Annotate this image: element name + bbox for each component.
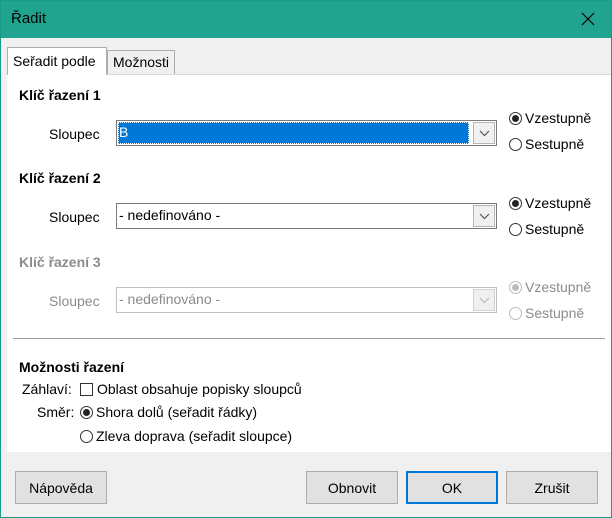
chevron-down-icon <box>479 213 489 219</box>
sort-key-2-ascending-radio[interactable]: Vzestupně <box>509 195 591 211</box>
sort-key-3-column-value: - nedefinováno - <box>119 291 221 307</box>
sort-key-1-descending-label: Sestupně <box>525 136 585 152</box>
sort-key-2-dropdown-button[interactable] <box>473 205 495 227</box>
direction-label: Směr: <box>37 404 75 420</box>
sort-key-3-title: Klíč řazení 3 <box>19 254 101 270</box>
sort-key-2-ascending-label: Vzestupně <box>525 195 592 211</box>
close-icon <box>581 12 595 26</box>
header-label: Záhlaví: <box>22 381 72 397</box>
sort-criteria-panel: Klíč řazení 1 Sloupec B Vzestupně Sestup… <box>7 74 611 452</box>
sort-key-2-column-value: - nedefinováno - <box>119 207 221 223</box>
sort-key-2-title: Klíč řazení 2 <box>19 170 101 186</box>
sort-key-3-ascending-label: Vzestupně <box>525 279 592 295</box>
sort-key-3-column-select[interactable]: - nedefinováno - <box>116 287 497 313</box>
header-checkbox[interactable]: Oblast obsahuje popisky sloupců <box>80 381 302 397</box>
sort-options-title: Možnosti řazení <box>19 359 125 375</box>
sort-key-2-column-label: Sloupec <box>49 209 100 225</box>
sort-key-1-descending-radio[interactable]: Sestupně <box>509 136 584 152</box>
sort-key-1-column-select[interactable]: B <box>116 120 497 146</box>
ok-button[interactable]: OK <box>406 471 498 504</box>
reset-button[interactable]: Obnovit <box>306 471 398 504</box>
sort-key-3-descending-radio[interactable]: Sestupně <box>509 305 584 321</box>
chevron-down-icon <box>479 297 489 303</box>
help-button[interactable]: Nápověda <box>15 471 107 504</box>
sort-key-3-column-label: Sloupec <box>49 293 100 309</box>
options-separator <box>13 338 605 339</box>
sort-key-1-ascending-label: Vzestupně <box>525 110 592 126</box>
close-button[interactable] <box>573 4 603 34</box>
direction-top-bottom-label: Shora dolů (seřadit řádky) <box>96 404 258 420</box>
direction-left-right-label: Zleva doprava (seřadit sloupce) <box>96 428 293 444</box>
sort-key-1-ascending-radio[interactable]: Vzestupně <box>509 110 591 126</box>
sort-key-2-descending-radio[interactable]: Sestupně <box>509 221 584 237</box>
sort-key-3-dropdown-button[interactable] <box>473 289 495 311</box>
sort-key-2-descending-label: Sestupně <box>525 221 585 237</box>
chevron-down-icon <box>479 130 489 136</box>
direction-left-right-radio[interactable]: Zleva doprava (seřadit sloupce) <box>80 428 292 444</box>
sort-key-3-descending-label: Sestupně <box>525 305 585 321</box>
tab-sort-criteria[interactable]: Seřadit podle <box>7 47 107 75</box>
sort-key-1-column-label: Sloupec <box>49 126 100 142</box>
sort-key-2-column-select[interactable]: - nedefinováno - <box>116 203 497 229</box>
sort-key-1-title: Klíč řazení 1 <box>19 87 101 103</box>
sort-key-1-dropdown-button[interactable] <box>473 122 495 144</box>
direction-top-bottom-radio[interactable]: Shora dolů (seřadit řádky) <box>80 404 257 420</box>
sort-dialog: Řadit Seřadit podle Možnosti Klíč řazení… <box>0 0 612 518</box>
sort-key-1-column-value: B <box>118 122 469 144</box>
header-checkbox-label: Oblast obsahuje popisky sloupců <box>97 381 302 397</box>
title-bar[interactable]: Řadit <box>1 1 611 38</box>
window-title: Řadit <box>11 10 47 27</box>
tab-options[interactable]: Možnosti <box>107 50 175 74</box>
cancel-button[interactable]: Zrušit <box>506 471 598 504</box>
sort-key-3-ascending-radio[interactable]: Vzestupně <box>509 279 591 295</box>
